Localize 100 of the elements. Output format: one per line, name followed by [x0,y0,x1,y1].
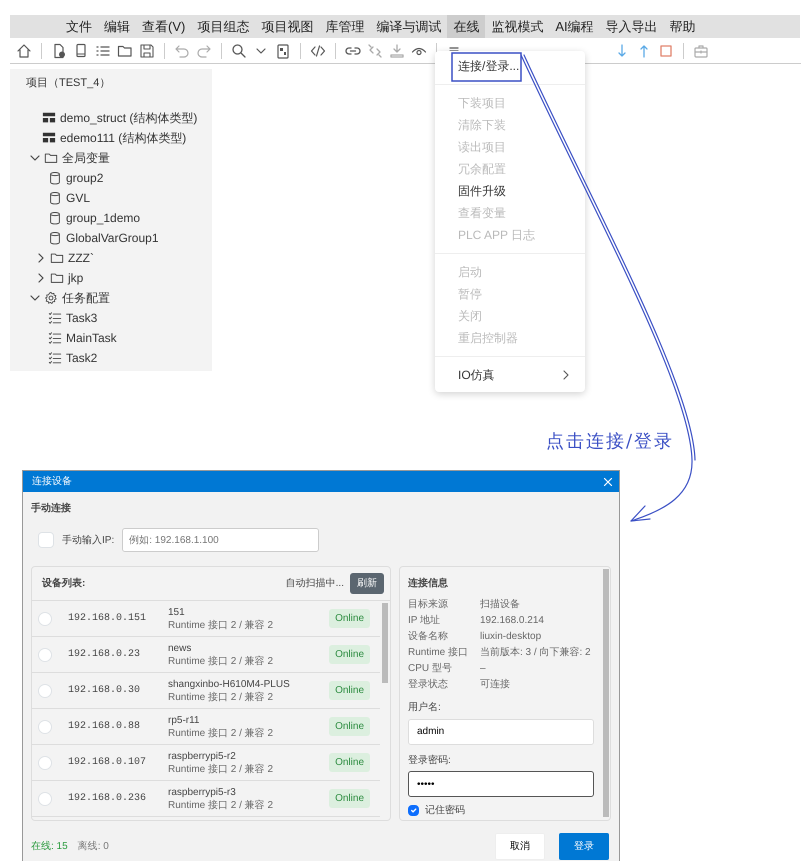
info-label: 设备名称 [408,630,449,644]
device-detail: Runtime 接口 2 / 兼容 2 [168,726,274,740]
chevron-right-icon[interactable] [36,273,46,283]
device-row[interactable]: 192.168.0.88 rp5-r11 Runtime 接口 2 / 兼容 2 Online [32,709,380,745]
info-value: 当前版本: 3 / 向下兼容: 2 [480,646,591,660]
info-value: 可连接 [480,678,510,692]
device-ip: 192.168.0.236 [68,792,148,806]
radio-button[interactable] [38,648,52,662]
info-value: liuxin-desktop [480,630,542,644]
scrollbar[interactable] [382,603,388,683]
home-icon[interactable] [16,42,32,58]
download-icon[interactable] [389,42,405,58]
device-ip: 192.168.0.107 [68,756,148,770]
refresh-button[interactable]: 刷新 [350,573,384,594]
info-label: 目标来源 [408,598,449,612]
tree-item[interactable]: Task2 [66,349,98,367]
device-name: raspberrypi5-r3 [168,786,237,798]
device-ip: 192.168.0.23 [68,648,142,662]
checkbox-label: 记住密码 [425,804,465,818]
tree-item[interactable]: 任务配置 [62,289,110,307]
tree-item[interactable]: group2 [66,169,104,187]
search-icon[interactable] [231,42,247,58]
tree-item[interactable]: GVL [66,189,90,207]
database-icon [48,171,62,185]
radio-button[interactable] [38,720,52,734]
menu-item[interactable]: IO仿真 [435,364,585,386]
menu-item[interactable]: 监视模式 [485,15,550,38]
device-row[interactable]: 192.168.0.107 raspberrypi5-r2 Runtime 接口 2 / 兼容 2 Online [32,745,380,781]
tree-item[interactable]: MainTask [66,329,117,347]
menu-item[interactable]: 导入导出 [600,15,664,38]
chevron-down-icon[interactable] [30,293,40,303]
folder-icon [50,271,64,285]
device-detail: Runtime 接口 2 / 兼容 2 [168,654,274,668]
panel-title: 项目（TEST_4） [25,76,112,91]
menu-item[interactable]: 库管理 [319,15,370,38]
radio-button[interactable] [38,684,52,698]
menu-item[interactable]: 在线 [447,15,486,38]
status-badge: Online [329,753,370,772]
menu-item[interactable]: 编辑 [98,15,136,38]
device-detail: Runtime 接口 2 / 兼容 2 [168,690,274,704]
tree-item[interactable]: ZZZ` [68,249,94,267]
save-icon[interactable] [139,42,155,58]
info-label: IP 地址 [408,614,442,628]
info-label: Runtime 接口 [408,646,470,660]
device-row[interactable]: 192.168.0.151 151 Runtime 接口 2 / 兼容 2 Online [32,601,380,637]
status-badge: Online [329,789,370,808]
status-badge: Online [329,645,370,664]
panel-title: 设备列表: [42,576,86,591]
device-detail: Runtime 接口 2 / 兼容 2 [168,762,274,776]
toolbox-icon[interactable] [693,42,709,58]
username-field[interactable]: admin [408,718,594,744]
close-icon[interactable] [603,476,613,486]
tree-item[interactable]: 全局变量 [62,149,110,167]
menu-item[interactable]: AI编程 [549,15,600,38]
menu-item[interactable]: 连接/登录... [435,55,585,77]
login-button[interactable]: 登录 [559,833,609,860]
code-icon[interactable] [310,42,326,58]
radio-button[interactable] [38,756,52,770]
tree-item[interactable]: edemo111 (结构体类型) [60,129,186,147]
field-label: 用户名: [408,700,442,715]
radio-button[interactable] [38,792,52,806]
menu-item[interactable]: 编译与调试 [370,15,448,38]
ip-input-field[interactable]: 例如: 192.168.1.100 [122,528,320,552]
scrollbar[interactable] [603,569,609,817]
menu-item[interactable]: 项目组态 [191,15,256,38]
redo-icon[interactable] [196,42,212,58]
device-row[interactable]: 192.168.0.23 news Runtime 接口 2 / 兼容 2 Online [32,637,380,673]
tree-item[interactable]: jkp [68,269,84,287]
scan-status: 自动扫描中... [286,576,344,591]
task-list-icon [48,351,62,365]
radio-button[interactable] [38,612,52,626]
database-icon [48,211,62,225]
task-list-icon [48,311,62,325]
menu-item[interactable]: 项目视图 [255,15,320,38]
checkbox[interactable] [408,805,419,816]
undo-icon[interactable] [174,42,190,58]
menu-item[interactable]: 帮助 [664,15,702,38]
info-value: 扫描设备 [480,598,520,612]
device-row[interactable]: 192.168.0.236 raspberrypi5-r3 Runtime 接口 2 / 兼容 2 Online [32,781,380,817]
stop-icon[interactable] [658,42,674,58]
menu-item[interactable]: 文件 [60,15,98,38]
device-row[interactable]: 192.168.0.30 shangxinbo-H610M4-PLUS Runtime 接口 2 / 兼容 2 Online [32,673,380,709]
menu-item[interactable]: 固件升级 [435,180,585,202]
chevron-right-icon[interactable] [36,253,46,263]
struct-icon [42,131,56,145]
tree-item[interactable]: Task3 [66,309,98,327]
device-ip: 192.168.0.151 [68,612,148,626]
tree-item[interactable]: GlobalVarGroup1 [66,229,158,247]
tree-item[interactable]: demo_struct (结构体类型) [60,109,198,127]
info-label: 登录状态 [408,678,449,692]
device-ip: 192.168.0.30 [68,684,142,698]
cancel-button[interactable]: 取消 [495,833,545,860]
menu-item[interactable]: 查看(V) [136,15,192,38]
chevron-down-icon[interactable] [30,153,40,163]
unlink-icon[interactable] [367,42,383,58]
tree-item[interactable]: group_1demo [66,209,140,227]
password-field[interactable]: ••••• [408,771,594,797]
panel-title: 连接信息 [408,576,449,591]
clipboard-icon[interactable] [275,42,291,58]
field-label: 登录密码: [408,754,452,768]
